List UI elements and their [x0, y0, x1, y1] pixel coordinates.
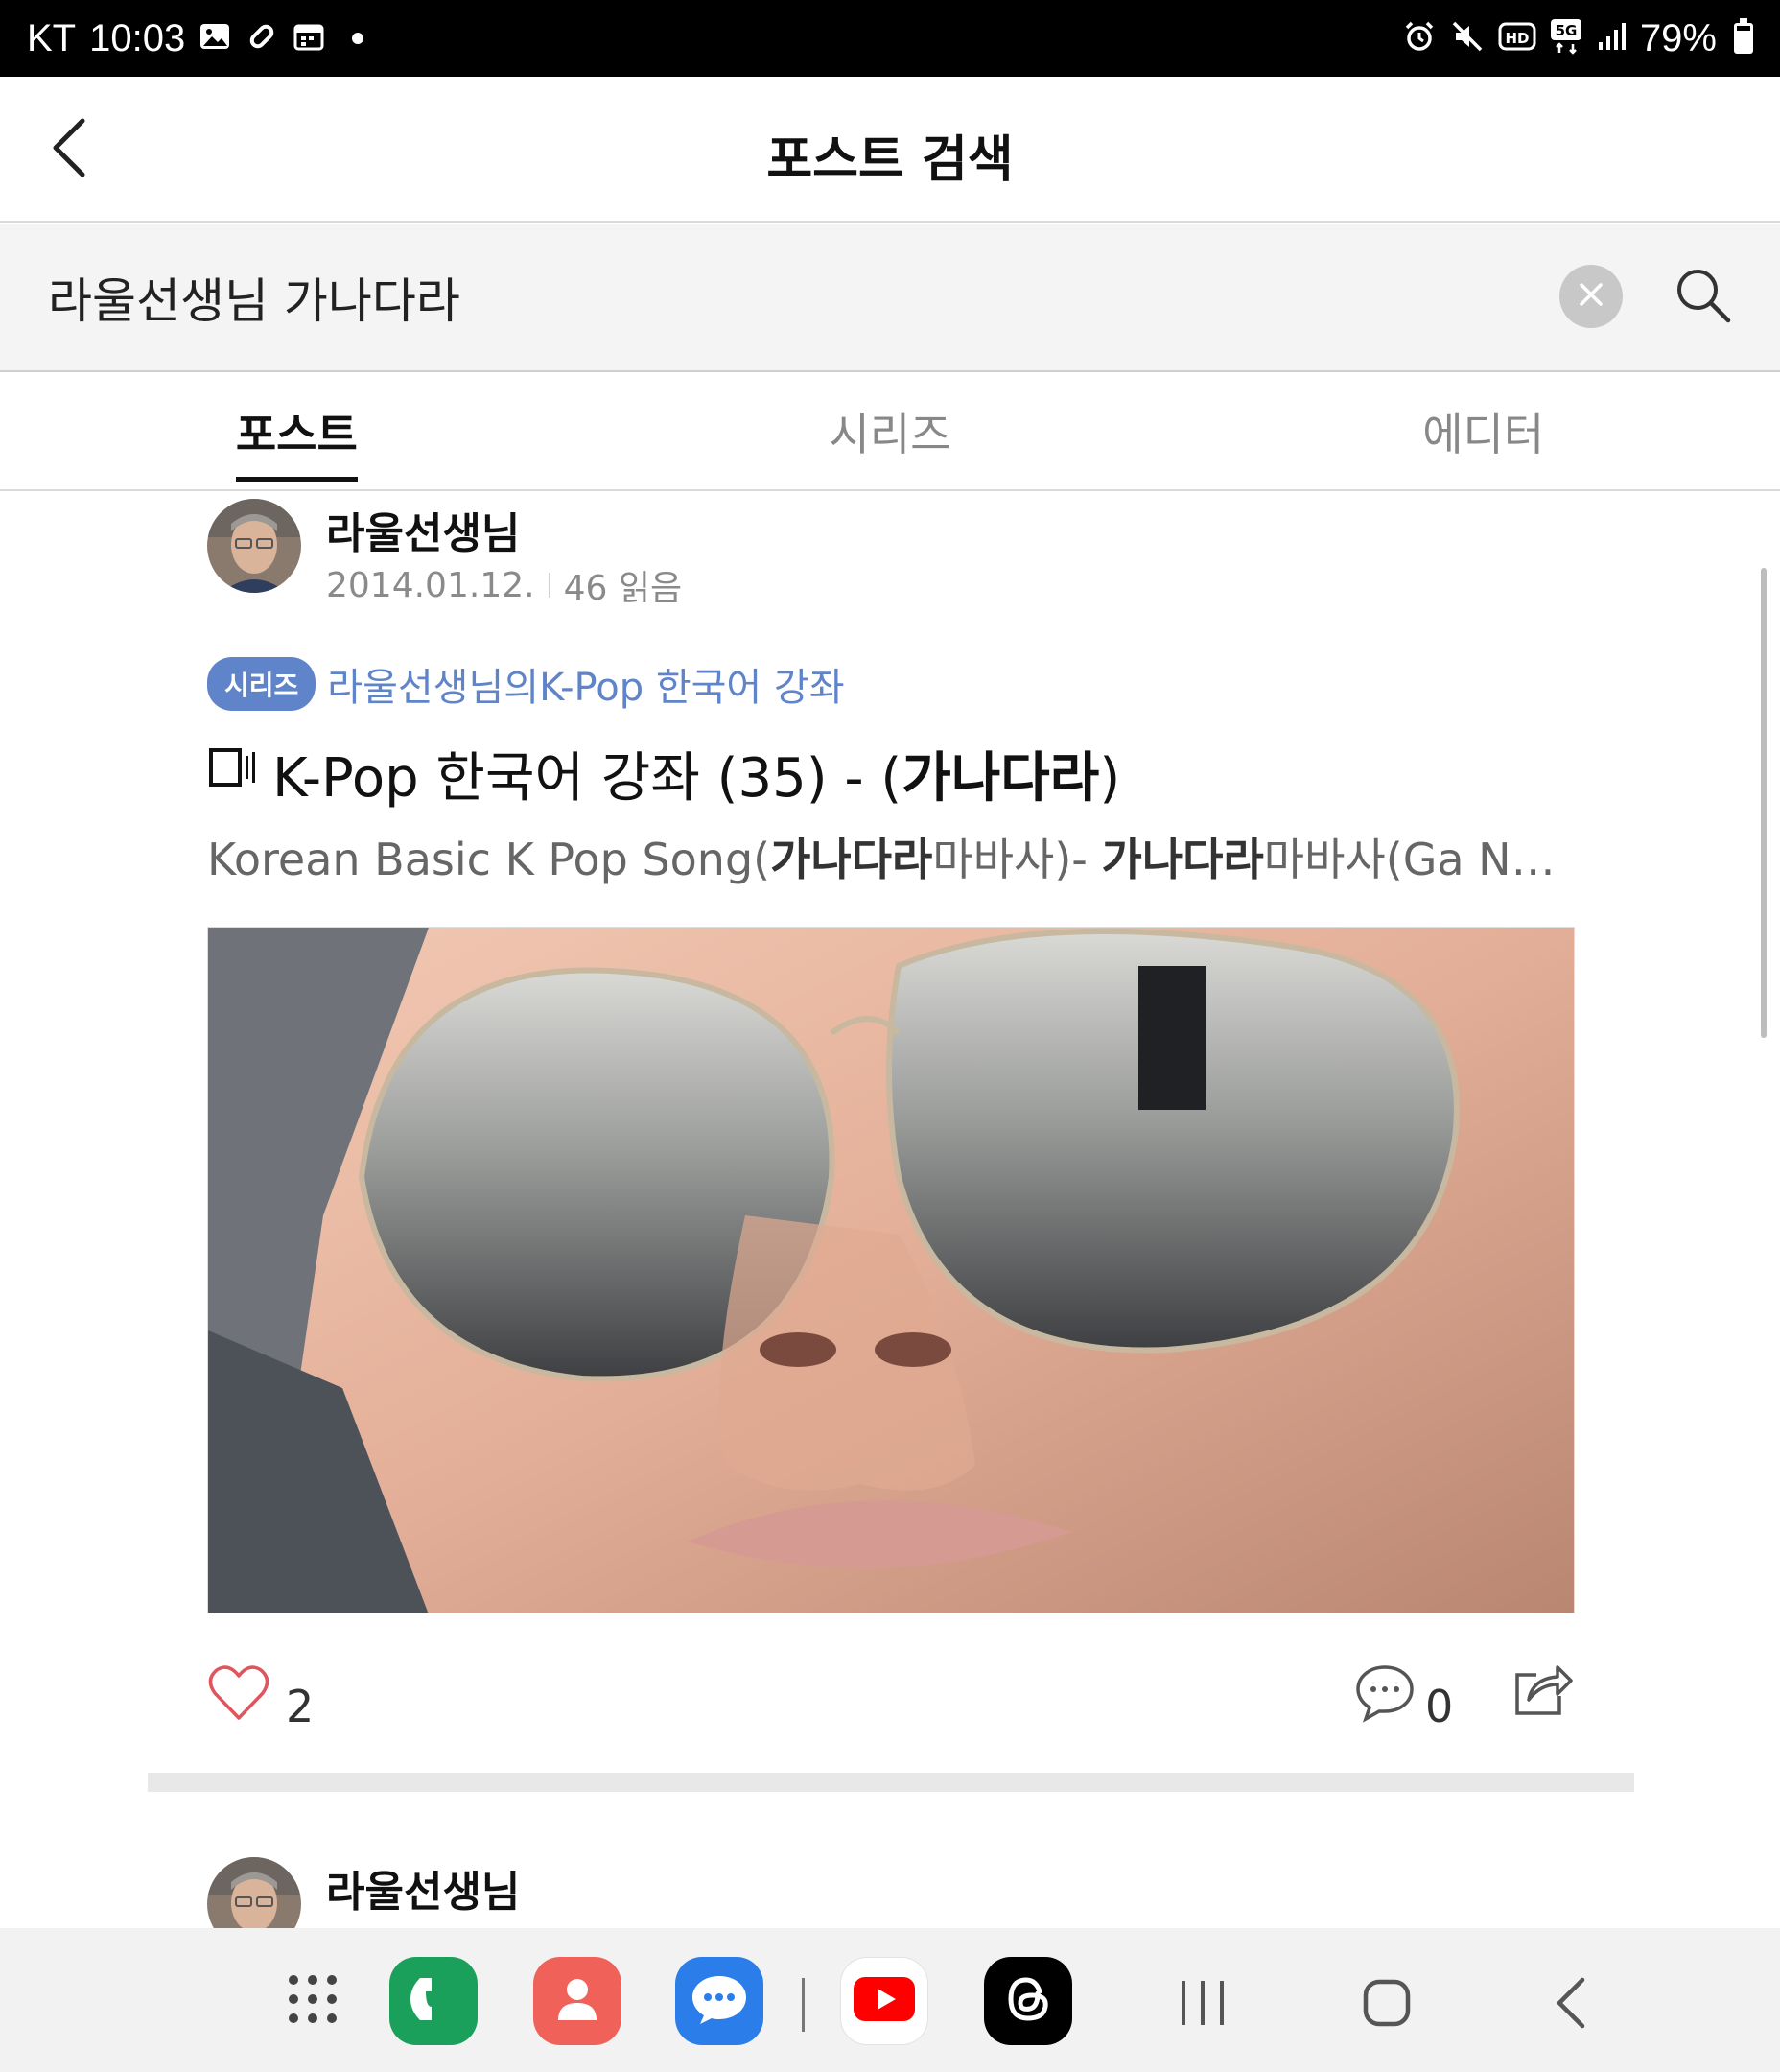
audio-clip-icon — [207, 742, 257, 806]
carrier-label: KT — [27, 16, 77, 59]
calendar-icon — [293, 20, 325, 57]
search-input[interactable] — [48, 259, 1487, 336]
signal-icon — [1596, 21, 1627, 56]
5g-icon: 5G — [1550, 18, 1582, 59]
author-name[interactable]: 라울선생님 — [326, 499, 520, 560]
series-row[interactable]: 시리즈 라울선생님의K-Pop 한국어 강좌 — [207, 656, 845, 712]
dock-separator — [802, 1978, 805, 2032]
heart-icon — [207, 1664, 270, 1726]
search-icon — [1673, 265, 1734, 330]
title-suffix: ) — [1099, 747, 1121, 810]
comment-button[interactable]: 0 — [1354, 1658, 1453, 1732]
contacts-app-button[interactable] — [533, 1957, 621, 2045]
clock: 10:03 — [89, 16, 186, 59]
alarm-icon — [1402, 19, 1437, 58]
hd-icon: HD — [1498, 20, 1536, 57]
messages-app-button[interactable] — [675, 1957, 763, 2045]
excerpt-part: Korean Basic K Pop Song( — [207, 834, 771, 885]
like-button[interactable]: 2 — [207, 1658, 314, 1732]
post-result[interactable]: 라울선생님 2014.01.12. 46 읽음 시리즈 라울선생님의K-Pop … — [207, 495, 1575, 1771]
screen: KT 10:03 HD 5G 79% 포스트 검색 라울선생님 가나다라 포스트… — [0, 0, 1780, 2072]
title-highlight: 가나다라 — [902, 747, 1100, 810]
app-header: 포스트 검색 — [0, 77, 1780, 223]
mute-icon — [1450, 19, 1485, 58]
svg-text:HD: HD — [1505, 30, 1529, 47]
svg-text:5G: 5G — [1556, 22, 1578, 39]
home-icon — [1362, 1978, 1412, 2032]
scrollbar[interactable] — [1761, 568, 1767, 1038]
meta-separator — [548, 573, 550, 598]
tab-editor[interactable]: 에디터 — [1186, 374, 1780, 489]
post-date: 2014.01.12. — [326, 565, 535, 605]
clear-search-button[interactable] — [1559, 265, 1623, 328]
apps-grid-button[interactable] — [269, 1957, 357, 2045]
tab-series[interactable]: 시리즈 — [594, 374, 1187, 489]
comment-icon — [1354, 1663, 1416, 1727]
tab-post-label: 포스트 — [235, 400, 358, 482]
link-icon — [245, 19, 279, 58]
excerpt-part: 마바사)- — [932, 834, 1102, 885]
share-button[interactable] — [1511, 1658, 1575, 1721]
status-bar: KT 10:03 HD 5G 79% — [0, 0, 1780, 77]
share-icon — [1511, 1665, 1575, 1721]
threads-app-button[interactable] — [984, 1957, 1072, 2045]
clear-icon — [1576, 279, 1606, 314]
apps-grid-icon — [286, 1972, 340, 2030]
youtube-app-button[interactable] — [840, 1957, 928, 2045]
post-title[interactable]: K-Pop 한국어 강좌 (35) - (가나다라) — [207, 735, 1120, 812]
result-divider — [148, 1773, 1634, 1792]
title-prefix: K-Pop 한국어 강좌 (35) - ( — [272, 747, 902, 810]
page-title: 포스트 검색 — [766, 131, 1014, 189]
search-button[interactable] — [1665, 259, 1742, 336]
tab-editor-label: 에디터 — [1422, 409, 1545, 460]
series-name[interactable]: 라울선생님의K-Pop 한국어 강좌 — [327, 656, 844, 712]
recents-button[interactable] — [1164, 1966, 1241, 2043]
author-row: 라울선생님 2014.01.12. 46 읽음 — [207, 495, 1575, 608]
excerpt-highlight: 가나다라 — [770, 834, 933, 885]
tab-bar: 포스트 시리즈 에디터 — [0, 374, 1780, 491]
status-right: HD 5G 79% — [1402, 17, 1753, 60]
notification-dot — [352, 33, 364, 44]
post-title-text: K-Pop 한국어 강좌 (35) - (가나다라) — [272, 735, 1120, 812]
recents-icon — [1178, 1979, 1228, 2031]
excerpt-highlight: 가나다라 — [1101, 834, 1264, 885]
phone-app-icon — [407, 1972, 460, 2030]
threads-app-icon — [1001, 1972, 1055, 2030]
messages-app-icon — [691, 1972, 748, 2030]
battery-percent: 79% — [1639, 16, 1717, 59]
author-row: 라울선생님 — [207, 1853, 1575, 1930]
series-badge: 시리즈 — [207, 657, 316, 711]
author-name[interactable]: 라울선생님 — [326, 1857, 520, 1919]
author-avatar[interactable] — [207, 1857, 301, 1930]
post-excerpt[interactable]: Korean Basic K Pop Song(가나다라마바사)- 가나다라마바… — [207, 825, 1575, 888]
home-button[interactable] — [1348, 1966, 1425, 2043]
post-meta: 2014.01.12. 46 읽음 — [326, 560, 682, 610]
excerpt-part: 마바사(Ga Na ... — [1263, 834, 1575, 885]
gallery-icon — [199, 20, 231, 57]
author-avatar[interactable] — [207, 499, 301, 593]
results-list[interactable]: 라울선생님 2014.01.12. 46 읽음 시리즈 라울선생님의K-Pop … — [0, 491, 1780, 1930]
like-count: 2 — [286, 1681, 315, 1732]
back-icon — [1554, 1976, 1588, 2034]
tab-post[interactable]: 포스트 — [0, 374, 594, 489]
navigation-bar — [0, 1928, 1780, 2072]
tab-series-label: 시리즈 — [829, 409, 951, 460]
system-back-button[interactable] — [1533, 1966, 1609, 2043]
post-result[interactable]: 라울선생님 — [207, 1853, 1575, 1930]
post-actions: 2 0 — [207, 1658, 1575, 1734]
battery-icon — [1734, 18, 1753, 54]
search-bar — [0, 224, 1780, 372]
status-left: KT 10:03 — [27, 16, 364, 60]
contacts-app-icon — [550, 1972, 604, 2030]
battery-fill — [1737, 31, 1750, 51]
youtube-app-icon — [854, 1977, 915, 2025]
read-count: 46 읽음 — [563, 569, 683, 608]
comment-count: 0 — [1425, 1681, 1454, 1732]
phone-app-button[interactable] — [389, 1957, 478, 2045]
post-thumbnail[interactable] — [207, 927, 1575, 1613]
